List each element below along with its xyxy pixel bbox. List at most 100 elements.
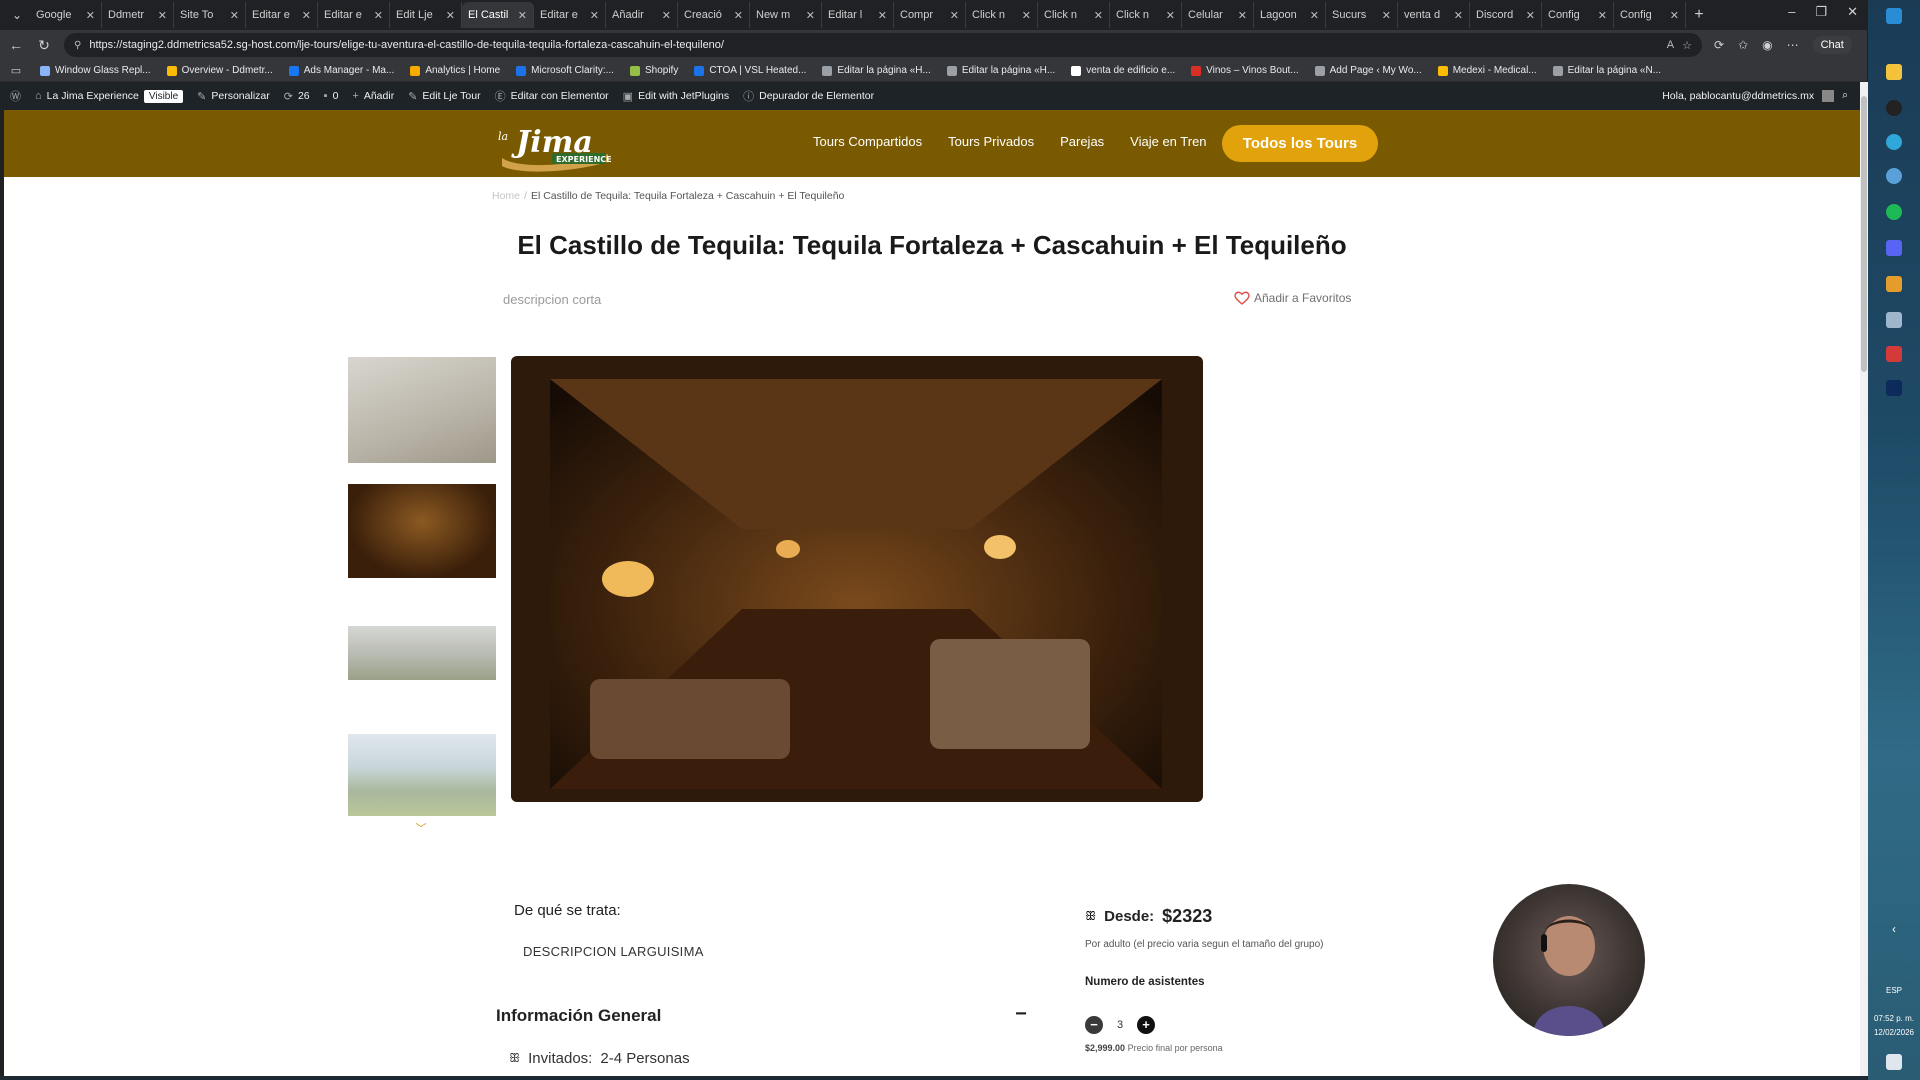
spotify-icon[interactable] — [1886, 204, 1902, 220]
wp-site-name[interactable]: ⌂ La Jima Experience Visible — [35, 89, 184, 103]
wp-add-new[interactable]: + Añadir — [352, 90, 394, 102]
site-info-icon[interactable]: ⚲ — [74, 40, 81, 51]
gallery-main-image[interactable] — [511, 356, 1203, 802]
tab-close-icon[interactable]: ✕ — [1166, 9, 1175, 22]
favorites-icon[interactable]: ✩ — [1738, 38, 1748, 52]
edge-icon[interactable] — [1886, 134, 1902, 150]
tab-close-icon[interactable]: ✕ — [302, 9, 311, 22]
url-text[interactable]: https://staging2.ddmetricsa52.sg-host.co… — [89, 39, 1658, 51]
tab-search-icon[interactable]: ⌄ — [4, 4, 30, 26]
browser-tab[interactable]: Editar e ✕ — [534, 2, 1241, 192]
wp-updates[interactable]: ⟳ 26 — [284, 90, 310, 103]
refresh-extension-icon[interactable]: ⟳ — [1714, 38, 1724, 52]
tab-close-icon[interactable]: ✕ — [590, 9, 599, 22]
bookmark-item[interactable]: Vinos – Vinos Bout... — [1191, 65, 1299, 76]
tab-close-icon[interactable]: ✕ — [158, 9, 167, 22]
browser-tab[interactable]: Google ✕ — [30, 2, 1241, 192]
restore-icon[interactable]: ❐ — [1815, 4, 1827, 20]
tab-close-icon[interactable]: ✕ — [950, 9, 959, 22]
browser-tab[interactable]: Creació ✕ — [678, 2, 1241, 192]
new-tab-button[interactable]: + — [1686, 6, 1712, 24]
tab-close-icon[interactable]: ✕ — [662, 9, 671, 22]
general-info-heading[interactable]: Información General — [496, 1006, 661, 1026]
collapse-minus-icon[interactable]: − — [1012, 1004, 1030, 1024]
bookmark-item[interactable]: Editar la página «H... — [946, 65, 1055, 76]
wp-edit-elementor[interactable]: Ⓔ Editar con Elementor — [495, 88, 609, 104]
add-to-favorites[interactable]: Añadir a Favoritos — [1234, 291, 1351, 305]
gallery-thumb-3[interactable] — [348, 626, 496, 680]
read-aloud-icon[interactable]: A — [1667, 39, 1674, 51]
browser-tab[interactable]: Config ✕ — [1230, 2, 1686, 192]
breadcrumb-home[interactable]: Home — [492, 190, 520, 202]
start-icon[interactable] — [1886, 8, 1902, 24]
tab-close-icon[interactable]: ✕ — [86, 9, 95, 22]
tab-close-icon[interactable]: ✕ — [1094, 9, 1103, 22]
wp-greeting[interactable]: Hola, pablocantu@ddmetrics.mx — [1662, 90, 1814, 102]
browser-tab[interactable]: Editar l ✕ — [822, 2, 1241, 192]
bookmark-item[interactable]: Ads Manager - Ma... — [288, 65, 394, 76]
tab-close-icon[interactable]: ✕ — [1022, 9, 1031, 22]
nav-viaje-en-tren[interactable]: Viaje en Tren — [1130, 134, 1206, 149]
browser-tab[interactable]: Compr ✕ — [894, 2, 1241, 192]
user-avatar[interactable] — [1822, 89, 1835, 102]
browser-tab[interactable]: Editar e ✕ — [318, 2, 1241, 192]
obs-icon[interactable] — [1886, 100, 1902, 116]
more-menu-icon[interactable]: ⋯ — [1787, 38, 1799, 52]
wp-comments[interactable]: ▪ 0 — [324, 90, 339, 102]
browser-tab[interactable]: Añadir ✕ — [606, 2, 1241, 192]
gallery-thumb-2[interactable] — [348, 484, 496, 578]
tab-close-icon[interactable]: ✕ — [806, 9, 815, 22]
wp-elementor-debugger[interactable]: ⓘ Depurador de Elementor — [743, 88, 874, 104]
nav-tours-privados[interactable]: Tours Privados — [948, 134, 1034, 149]
nav-parejas[interactable]: Parejas — [1060, 134, 1104, 149]
profile-icon[interactable]: ◉ — [1762, 38, 1772, 52]
browser-tab[interactable]: Site To ✕ — [174, 2, 1241, 192]
browser-tab[interactable]: Celular ✕ — [1182, 2, 1254, 192]
bookmark-item[interactable]: CTOA | VSL Heated... — [694, 65, 806, 76]
browser-tab[interactable]: Click n ✕ — [1038, 2, 1241, 192]
notepad-icon[interactable] — [1886, 312, 1902, 328]
bookmark-item[interactable]: Window Glass Repl... — [40, 65, 151, 76]
gallery-thumb-1[interactable] — [348, 357, 496, 463]
tab-close-icon[interactable]: ✕ — [518, 9, 527, 22]
reload-icon[interactable]: ↻ — [36, 37, 52, 54]
bookmark-item[interactable]: Microsoft Clarity:... — [516, 65, 614, 76]
bookmark-item[interactable]: venta de edificio e... — [1071, 65, 1175, 76]
browser-tab[interactable]: Click n ✕ — [1110, 2, 1241, 192]
wp-search-icon[interactable]: ⌕ — [1842, 89, 1848, 102]
tab-close-icon[interactable]: ✕ — [1238, 9, 1247, 22]
browser-tab[interactable]: Editar e ✕ — [246, 2, 1241, 192]
tab-close-icon[interactable]: ✕ — [374, 9, 383, 22]
attendees-value[interactable]: 3 — [1115, 1019, 1125, 1031]
browser-tab[interactable]: Edit Lje ✕ — [390, 2, 1241, 192]
url-bar[interactable]: ⚲ https://staging2.ddmetricsa52.sg-host.… — [64, 33, 1702, 57]
tab-close-icon[interactable]: ✕ — [1598, 9, 1607, 22]
close-window-icon[interactable]: ✕ — [1847, 4, 1858, 20]
copilot-chat-button[interactable]: Chat — [1812, 36, 1852, 54]
tab-close-icon[interactable]: ✕ — [446, 9, 455, 22]
gallery-thumb-4[interactable] — [348, 734, 496, 816]
tab-close-icon[interactable]: ✕ — [1670, 9, 1679, 22]
nav-tours-compartidos[interactable]: Tours Compartidos — [813, 134, 922, 149]
discord-icon[interactable] — [1886, 240, 1902, 256]
back-icon[interactable]: ← — [8, 37, 24, 53]
browser-tab[interactable]: Sucurs ✕ — [1230, 2, 1398, 192]
tab-close-icon[interactable]: ✕ — [878, 9, 887, 22]
tab-close-icon[interactable]: ✕ — [1382, 9, 1391, 22]
wp-jetplugins[interactable]: ▣ Edit with JetPlugins — [623, 90, 729, 103]
browser-tab[interactable]: Lagoon ✕ — [1230, 2, 1326, 192]
tab-close-icon[interactable]: ✕ — [230, 9, 239, 22]
language-indicator[interactable]: ESP — [1872, 986, 1916, 995]
settings-icon[interactable] — [1886, 168, 1902, 184]
clock-date[interactable]: 12/02/2026 — [1872, 1028, 1916, 1037]
bookmark-item[interactable]: Editar la página «N... — [1552, 65, 1661, 76]
browser-tab[interactable]: Discord ✕ — [1230, 2, 1542, 192]
bookmark-star-icon[interactable]: ☆ — [1682, 39, 1692, 52]
browser-tab[interactable]: Ddmetr ✕ — [102, 2, 1241, 192]
file-explorer-icon[interactable] — [1886, 64, 1902, 80]
tab-close-icon[interactable]: ✕ — [1526, 9, 1535, 22]
tab-close-icon[interactable]: ✕ — [1454, 9, 1463, 22]
bookmark-item[interactable]: Overview - Ddmetr... — [166, 65, 273, 76]
page-scrollbar-thumb[interactable] — [1861, 96, 1867, 372]
decrement-button[interactable]: − — [1085, 1016, 1103, 1034]
